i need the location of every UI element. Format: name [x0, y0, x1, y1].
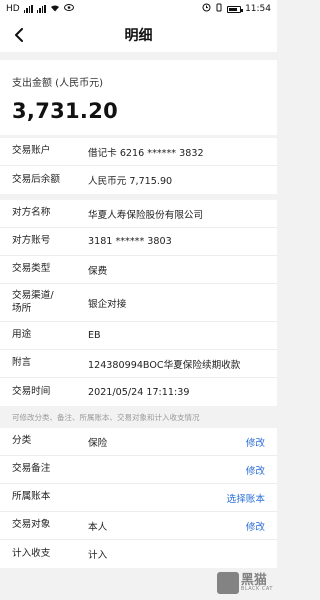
status-time: 11:54 [245, 4, 271, 14]
detail-row: 附言 124380994BOC华夏保险续期收款 [0, 350, 277, 378]
row-value: 3181 ****** 3803 [88, 236, 172, 247]
amount-value: 3,731.20 [12, 99, 119, 123]
row-value: 124380994BOC华夏保险续期收款 [88, 359, 241, 371]
signal-icon [23, 5, 33, 13]
status-right: 11:54 [202, 3, 271, 15]
detail-row: 交易类型 保费 [0, 256, 277, 284]
row-key: 所属账本 [12, 491, 51, 503]
status-left: HD [6, 4, 74, 15]
detail-row: 对方账号 3181 ****** 3803 [0, 228, 277, 256]
detail-row: 交易渠道/场所 银企对接 [0, 284, 277, 322]
back-button[interactable] [10, 26, 28, 44]
amount-label: 支出金额 (人民币元) [12, 78, 103, 89]
row-key: 交易备注 [12, 463, 51, 475]
watermark-text: 黑猫 BLACK CAT [241, 574, 273, 592]
edit-row-category: 分类 保险 修改 [0, 428, 277, 456]
row-value: EB [88, 330, 101, 341]
signal-icon-2 [36, 5, 46, 13]
edit-row-income-expense: 计入收支 计入 [0, 540, 277, 568]
row-key: 对方名称 [12, 207, 51, 219]
edit-row-ledger: 所属账本 选择账本 [0, 484, 277, 512]
status-bar: HD 11:54 [0, 0, 277, 18]
watermark-en: BLACK CAT [240, 586, 273, 592]
row-key: 交易对象 [12, 519, 51, 531]
row-value: 借记卡 6216 ****** 3832 [88, 147, 204, 159]
edit-hint: 可修改分类、备注、所属账本、交易对象和计入收支情况 [0, 406, 277, 428]
row-value: 银企对接 [88, 298, 127, 310]
detail-row: 交易账户 借记卡 6216 ****** 3832 [0, 138, 277, 166]
cat-logo-icon [216, 572, 239, 594]
detail-row: 交易后余额 人民币元 7,715.90 [0, 166, 277, 194]
account-section: 交易账户 借记卡 6216 ****** 3832 交易后余额 人民币元 7,7… [0, 138, 277, 194]
wifi-icon [50, 4, 60, 15]
edit-counterparty-link[interactable]: 修改 [246, 519, 265, 533]
row-value: 保费 [88, 265, 108, 277]
row-key: 用途 [12, 329, 32, 341]
row-key: 附言 [12, 357, 32, 369]
row-value: 华夏人寿保险股份有限公司 [88, 209, 204, 221]
row-key: 交易后余额 [12, 173, 60, 185]
edit-section: 分类 保险 修改 交易备注 修改 所属账本 选择账本 交易对象 本人 修改 计入… [0, 428, 277, 568]
page-title: 明细 [124, 28, 153, 44]
detail-row: 交易时间 2021/05/24 17:11:39 [0, 378, 277, 406]
watermark-logo: 黑猫 BLACK CAT [216, 572, 273, 594]
chevron-left-icon [15, 28, 23, 42]
row-value: 人民币元 7,715.90 [88, 176, 173, 187]
battery-icon [227, 5, 244, 13]
row-key: 交易账户 [12, 145, 51, 157]
vibrate-icon [215, 3, 223, 15]
select-ledger-link[interactable]: 选择账本 [227, 491, 265, 505]
edit-row-counterparty: 交易对象 本人 修改 [0, 512, 277, 540]
row-key: 交易渠道/场所 [12, 289, 54, 314]
row-value[interactable]: 计入 [88, 547, 265, 561]
edit-row-remark: 交易备注 修改 [0, 456, 277, 484]
edit-category-link[interactable]: 修改 [246, 435, 265, 449]
detail-row: 对方名称 华夏人寿保险股份有限公司 [0, 200, 277, 228]
divider-gap [0, 52, 277, 60]
row-key: 对方账号 [12, 235, 51, 247]
edit-remark-link[interactable]: 修改 [246, 463, 265, 477]
row-key: 计入收支 [12, 547, 51, 559]
row-key: 交易类型 [12, 263, 51, 275]
detail-row: 用途 EB [0, 322, 277, 350]
counterparty-section: 对方名称 华夏人寿保险股份有限公司 对方账号 3181 ****** 3803 … [0, 200, 277, 406]
page-header: 明细 [0, 18, 277, 52]
alarm-icon [202, 3, 211, 15]
row-value: 本人 [88, 521, 108, 533]
eye-icon [63, 4, 74, 14]
amount-block: 支出金额 (人民币元) 3,731.20 [0, 60, 277, 135]
row-value: 2021/05/24 17:11:39 [88, 386, 190, 398]
carrier-label: HD [6, 4, 20, 14]
row-key: 分类 [12, 435, 32, 447]
row-key: 交易时间 [12, 385, 51, 397]
row-value: 保险 [88, 437, 108, 449]
